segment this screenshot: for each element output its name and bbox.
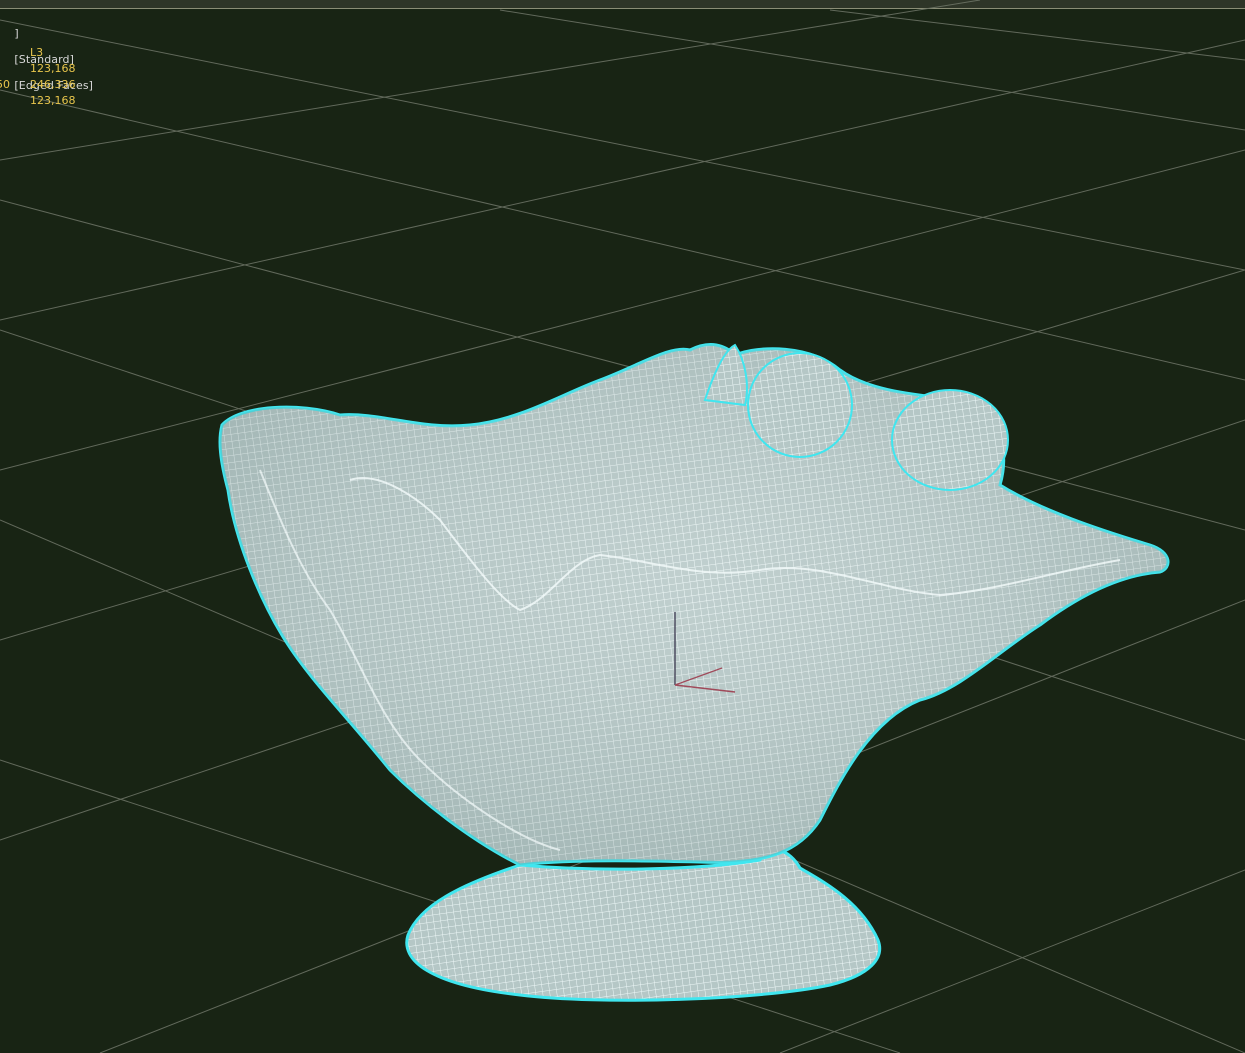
snail-shell-large	[747, 352, 853, 458]
stat-value: 123,168	[30, 62, 76, 75]
stat-key: 50	[0, 78, 10, 91]
scene-statistics: L3 123,168 50 246,336 123,168	[0, 45, 80, 109]
stat-value: L3	[30, 46, 44, 59]
viewport-menu-fragment[interactable]: ]	[14, 27, 18, 40]
bowl-shading	[220, 344, 1169, 865]
stat-row: L3	[0, 45, 80, 61]
shell-bowl-mesh[interactable]	[218, 343, 1170, 1002]
stat-row: 123,168	[0, 93, 80, 109]
stat-value: 123,168	[30, 94, 76, 107]
stat-value: 246,336	[30, 78, 76, 91]
stat-row: 123,168	[0, 61, 80, 77]
3d-viewport[interactable]: ] [Standard] [Edged Faces] L3 123,168 50…	[0, 0, 1245, 1053]
bowl-base	[405, 848, 882, 1002]
snail-shell-small	[891, 389, 1009, 491]
stat-row: 50 246,336	[0, 77, 80, 93]
viewport-scene[interactable]	[0, 0, 1245, 1053]
